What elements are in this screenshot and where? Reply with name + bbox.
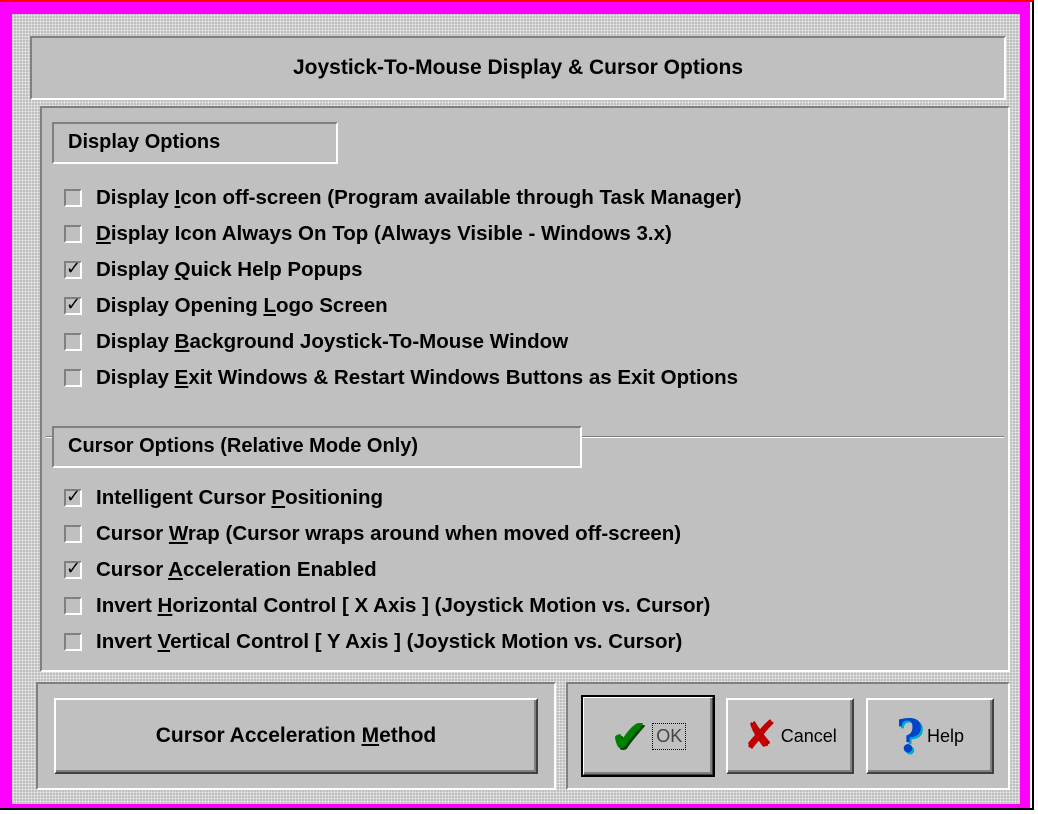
- blue-question-mark-icon: ?: [896, 709, 923, 763]
- checkbox[interactable]: [64, 369, 82, 387]
- checkbox[interactable]: [64, 597, 82, 615]
- red-x-icon: ✘: [743, 713, 777, 759]
- option-label: Invert Vertical Control [ Y Axis ] (Joys…: [96, 630, 683, 653]
- dialog-buttons-area: ✔ OK ✘ Cancel ? Help: [566, 682, 1010, 790]
- option-cursor-wrap[interactable]: Cursor Wrap (Cursor wraps around when mo…: [64, 518, 681, 550]
- green-checkmark-icon: ✔: [609, 710, 649, 762]
- option-label: Intelligent Cursor Positioning: [96, 486, 384, 509]
- help-label: Help: [926, 725, 964, 746]
- checkbox[interactable]: [64, 225, 82, 243]
- option-cursor-acceleration[interactable]: Cursor Acceleration Enabled: [64, 554, 377, 586]
- option-quick-help-popups[interactable]: Display Quick Help Popups: [64, 254, 363, 286]
- cancel-label: Cancel: [780, 725, 837, 746]
- ok-button[interactable]: ✔ OK: [581, 695, 715, 777]
- option-label: Cursor Acceleration Enabled: [96, 558, 377, 581]
- option-label: Display Icon Always On Top (Always Visib…: [96, 222, 672, 245]
- checkbox[interactable]: [64, 189, 82, 207]
- checkbox[interactable]: [64, 633, 82, 651]
- checkbox[interactable]: [64, 258, 82, 279]
- option-display-icon-on-top[interactable]: Display Icon Always On Top (Always Visib…: [64, 218, 672, 250]
- options-panel: Display Options Display Icon off-screen …: [40, 106, 1010, 672]
- option-invert-vertical[interactable]: Invert Vertical Control [ Y Axis ] (Joys…: [64, 626, 682, 658]
- cursor-options-label: Cursor Options (Relative Mode Only): [52, 426, 582, 468]
- option-display-icon-offscreen[interactable]: Display Icon off-screen (Program availab…: [64, 182, 742, 214]
- option-intelligent-positioning[interactable]: Intelligent Cursor Positioning: [64, 482, 383, 514]
- option-label: Display Background Joystick-To-Mouse Win…: [96, 330, 569, 353]
- option-label: Invert Horizontal Control [ X Axis ] (Jo…: [96, 594, 711, 617]
- cursor-acceleration-method-button[interactable]: Cursor Acceleration Method: [54, 698, 538, 774]
- method-button-area: Cursor Acceleration Method: [36, 682, 556, 790]
- dialog-title-bar: Joystick-To-Mouse Display & Cursor Optio…: [30, 36, 1006, 100]
- checkbox[interactable]: [64, 558, 82, 579]
- option-label: Cursor Wrap (Cursor wraps around when mo…: [96, 522, 682, 545]
- option-label: Display Opening Logo Screen: [96, 294, 388, 317]
- option-label: Display Exit Windows & Restart Windows B…: [96, 366, 739, 389]
- option-exit-windows-buttons[interactable]: Display Exit Windows & Restart Windows B…: [64, 362, 738, 394]
- option-invert-horizontal[interactable]: Invert Horizontal Control [ X Axis ] (Jo…: [64, 590, 710, 622]
- dialog-title: Joystick-To-Mouse Display & Cursor Optio…: [292, 56, 743, 79]
- button-label: Cursor Acceleration Method: [155, 724, 437, 747]
- option-label: Display Icon off-screen (Program availab…: [96, 186, 742, 209]
- help-button[interactable]: ? Help: [866, 698, 994, 774]
- checkbox[interactable]: [64, 333, 82, 351]
- option-background-window[interactable]: Display Background Joystick-To-Mouse Win…: [64, 326, 568, 358]
- checkbox[interactable]: [64, 525, 82, 543]
- display-options-label: Display Options: [52, 122, 338, 164]
- checkbox[interactable]: [64, 486, 82, 507]
- option-label: Display Quick Help Popups: [96, 258, 363, 281]
- checkbox[interactable]: [64, 294, 82, 315]
- option-opening-logo-screen[interactable]: Display Opening Logo Screen: [64, 290, 388, 322]
- cancel-button[interactable]: ✘ Cancel: [726, 698, 854, 774]
- ok-label: OK: [652, 722, 687, 750]
